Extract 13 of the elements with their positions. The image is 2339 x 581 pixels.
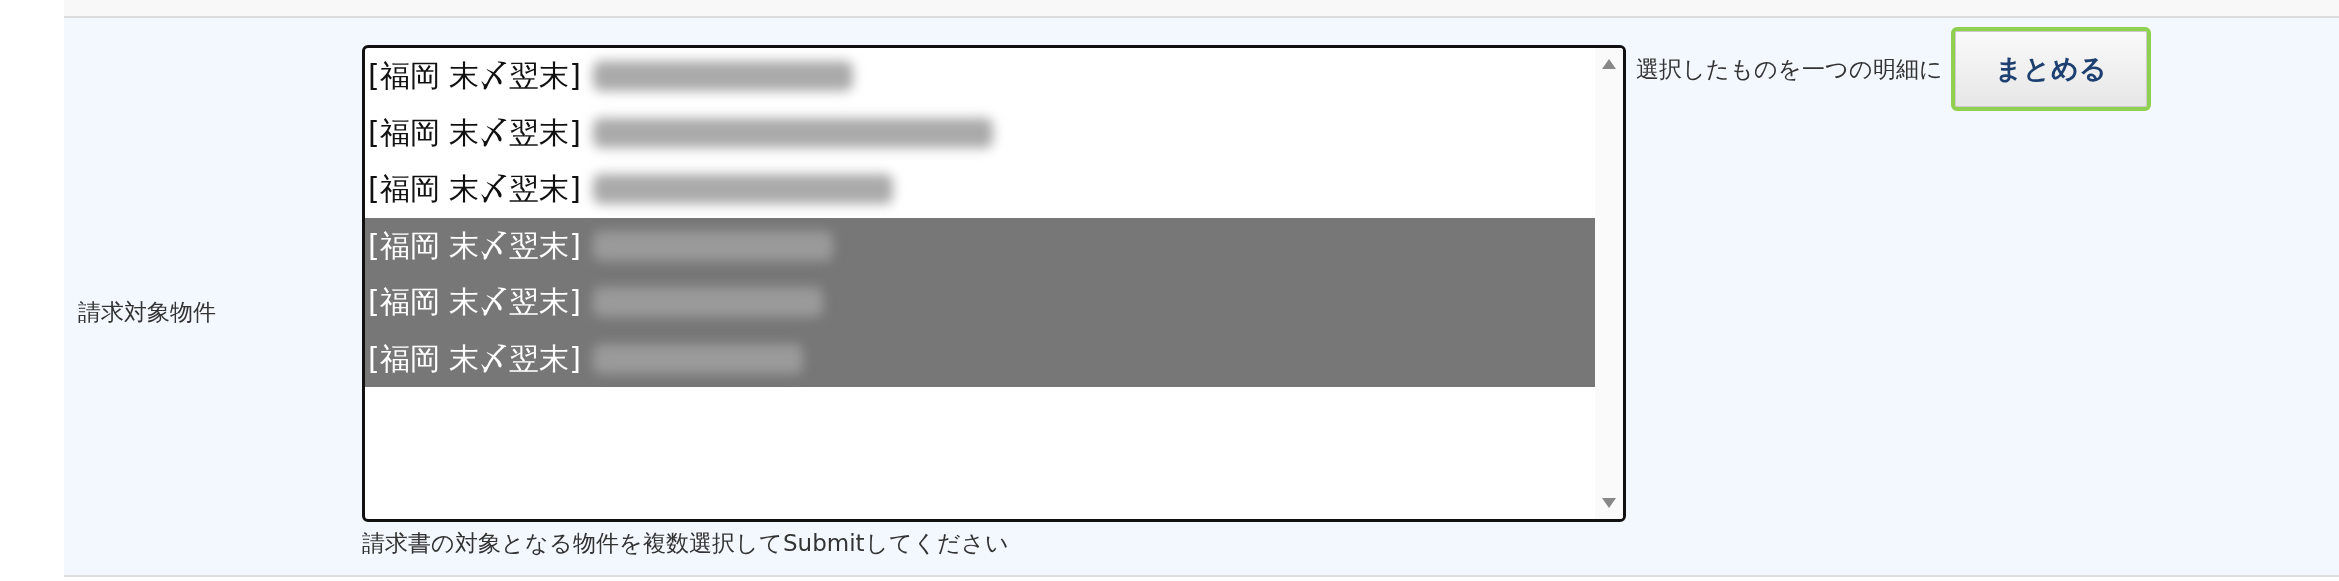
list-option[interactable]: [福岡 末〆翌末] (365, 217, 1595, 274)
list-option[interactable]: [福岡 末〆翌末] (365, 274, 1595, 331)
field-hint: 請求書の対象となる物件を複数選択してSubmitしてください (362, 529, 1010, 558)
field-label: 請求対象物件 (78, 298, 216, 327)
merge-caption: 選択したものを一つの明細に (1636, 55, 1943, 84)
list-option[interactable]: [福岡 末〆翌末] (365, 330, 1595, 387)
list-option[interactable]: [福岡 末〆翌末] (365, 48, 1595, 105)
scroll-up-icon[interactable] (1601, 58, 1617, 70)
list-option[interactable]: [福岡 末〆翌末] (365, 104, 1595, 161)
scroll-down-icon[interactable] (1601, 497, 1617, 509)
merge-button[interactable]: まとめる (1951, 27, 2151, 111)
list-option[interactable]: [福岡 末〆翌末] (365, 161, 1595, 218)
multi-select-list[interactable]: [福岡 末〆翌末] [福岡 末〆翌末] [福岡 末〆翌末] [福岡 末〆翌末] [福岡 末〆翌末] [福岡 末〆翌末] (362, 45, 1626, 522)
